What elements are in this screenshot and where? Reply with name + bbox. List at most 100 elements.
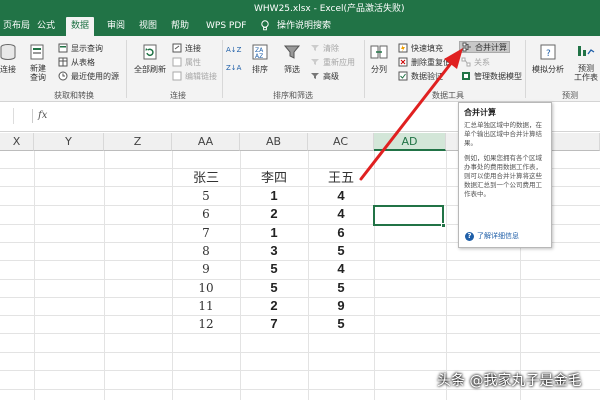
table-icon xyxy=(58,57,68,67)
column-header-y[interactable]: Y xyxy=(34,133,104,151)
cell-aa[interactable]: 6 xyxy=(172,204,240,224)
new-query-icon xyxy=(30,44,44,60)
refresh-all-button[interactable]: 全部刷新 xyxy=(134,42,166,75)
clock-icon xyxy=(58,71,68,81)
tab-formulas[interactable]: 公式 xyxy=(32,17,60,36)
cell-aa[interactable]: 8 xyxy=(172,241,240,261)
cell-ac[interactable]: 5 xyxy=(308,241,374,261)
forecast-chart-icon xyxy=(578,46,595,56)
ribbon: 连接 新建 查询 显示查询 从表格 最近使用的源 获取和转换 全部刷新 连接 属… xyxy=(0,36,600,102)
cell-ab[interactable]: 3 xyxy=(240,241,308,261)
reapply-button[interactable]: 重新应用 xyxy=(310,56,355,68)
recent-sources-button[interactable]: 最近使用的源 xyxy=(58,70,119,82)
column-header-x[interactable]: X xyxy=(0,133,34,151)
manage-data-model-button[interactable]: 管理数据模型 xyxy=(461,70,522,82)
cell-ac[interactable]: 9 xyxy=(308,296,374,316)
tab-review[interactable]: 审阅 xyxy=(102,17,130,36)
tab-view[interactable]: 视图 xyxy=(134,17,162,36)
properties-icon xyxy=(172,57,182,67)
cell-ab[interactable]: 5 xyxy=(240,278,308,298)
edit-links-button[interactable]: 编辑链接 xyxy=(172,70,217,82)
grid-line xyxy=(0,352,600,353)
grid-line xyxy=(104,151,105,400)
column-header-ad[interactable]: AD xyxy=(374,133,446,151)
flash-fill-button[interactable]: 快速填充 xyxy=(398,42,443,54)
grid-line xyxy=(34,151,35,400)
svg-text:AZ: AZ xyxy=(255,53,263,60)
tab-help[interactable]: 帮助 xyxy=(166,17,194,36)
connect-button[interactable]: 连接 xyxy=(0,42,18,75)
cell-ac[interactable]: 4 xyxy=(308,186,374,206)
what-if-analysis-button[interactable]: ? 模拟分析 xyxy=(532,42,564,75)
cell-aa[interactable]: 12 xyxy=(172,314,240,334)
consolidate-icon xyxy=(462,42,471,52)
filter-button[interactable]: 筛选 xyxy=(282,42,302,75)
group-label-connections: 连接 xyxy=(170,91,186,100)
tooltip-description: 汇总单独区域中的数据，在单个输出区域中合并计算结果。 xyxy=(464,121,542,147)
flash-fill-icon xyxy=(398,43,408,53)
active-cell[interactable] xyxy=(373,205,444,226)
cell-ac[interactable]: 4 xyxy=(308,259,374,279)
cell-ab[interactable]: 7 xyxy=(240,314,308,334)
remove-duplicates-button[interactable]: 删除重复值 xyxy=(398,56,451,68)
consolidate-button[interactable]: 合并计算 xyxy=(459,41,510,53)
insert-function-button[interactable]: fx xyxy=(38,110,47,121)
clear-filter-button[interactable]: 清除 xyxy=(310,42,339,54)
from-table-button[interactable]: 从表格 xyxy=(58,56,95,68)
data-validation-button[interactable]: 数据验证 xyxy=(398,70,443,82)
window-title: WHW25.xlsx - Excel(产品激活失败) xyxy=(254,4,405,14)
cell-ac[interactable]: 5 xyxy=(308,314,374,334)
title-bar: WHW25.xlsx - Excel(产品激活失败) xyxy=(0,0,600,14)
advanced-filter-icon xyxy=(311,73,319,79)
group-label-forecast: 预测 xyxy=(562,91,578,100)
cell-ab[interactable]: 1 xyxy=(240,186,308,206)
group-label-data-tools: 数据工具 xyxy=(432,91,464,100)
group-separator xyxy=(364,40,365,98)
tab-data[interactable]: 数据 xyxy=(66,17,95,36)
learn-more-link[interactable]: ? 了解详细信息 xyxy=(465,231,519,241)
cell-ab[interactable]: 5 xyxy=(240,259,308,279)
what-if-icon: ? xyxy=(540,44,556,60)
column-header-ac[interactable]: AC xyxy=(308,133,374,151)
connections-button[interactable]: 连接 xyxy=(172,42,201,54)
cell-ac[interactable]: 4 xyxy=(308,204,374,224)
cell-aa[interactable]: 9 xyxy=(172,259,240,279)
cell-aa[interactable]: 11 xyxy=(172,296,240,316)
properties-button[interactable]: 属性 xyxy=(172,56,201,68)
cell-ab[interactable]: 2 xyxy=(240,296,308,316)
relationships-button[interactable]: 关系 xyxy=(461,56,490,68)
name-box[interactable] xyxy=(0,108,14,124)
svg-text:?: ? xyxy=(546,49,551,59)
column-header-aa[interactable]: AA xyxy=(172,133,240,151)
link-icon xyxy=(172,43,182,53)
sort-button[interactable]: ZA AZ 排序 xyxy=(250,42,270,75)
sort-ascending-button[interactable]: A↓Z xyxy=(226,44,241,56)
tooltip-example: 例如，如果您拥有各个区域办事处的费用数据工作表，则可以使用合并计算将这些数据汇总… xyxy=(464,154,542,198)
watermark: 头条 @我家丸子是金毛 xyxy=(437,373,582,389)
cell-aa[interactable]: 7 xyxy=(172,223,240,243)
relationships-icon xyxy=(461,57,471,67)
sort-descending-button[interactable]: Z↓A xyxy=(226,62,241,74)
tab-wps-pdf[interactable]: WPS PDF xyxy=(201,17,251,36)
forecast-sheet-button[interactable]: 预测 工作表 xyxy=(574,42,598,82)
cell-ac[interactable]: 5 xyxy=(308,278,374,298)
remove-duplicates-icon xyxy=(398,57,408,67)
cell-ac[interactable]: 6 xyxy=(308,223,374,243)
group-label-sort-filter: 排序和筛选 xyxy=(273,91,313,100)
group-label-get-transform: 获取和转换 xyxy=(54,91,94,100)
show-queries-button[interactable]: 显示查询 xyxy=(58,42,103,54)
cell-ab[interactable]: 1 xyxy=(240,223,308,243)
refresh-icon xyxy=(143,44,157,60)
cell-aa[interactable]: 5 xyxy=(172,186,240,206)
cell-ab[interactable]: 2 xyxy=(240,204,308,224)
fill-handle[interactable] xyxy=(441,223,446,228)
tell-me-search[interactable]: 操作说明搜索 xyxy=(272,17,336,36)
text-to-columns-button[interactable]: 分列 xyxy=(369,42,389,75)
column-header-z[interactable]: Z xyxy=(104,133,172,151)
new-query-button[interactable]: 新建 查询 xyxy=(28,42,48,82)
advanced-filter-button[interactable]: 高级 xyxy=(310,70,339,82)
group-separator xyxy=(525,40,526,98)
tab-page-layout[interactable]: 页布局 xyxy=(0,17,35,36)
cell-aa[interactable]: 10 xyxy=(172,278,240,298)
column-header-ab[interactable]: AB xyxy=(240,133,308,151)
